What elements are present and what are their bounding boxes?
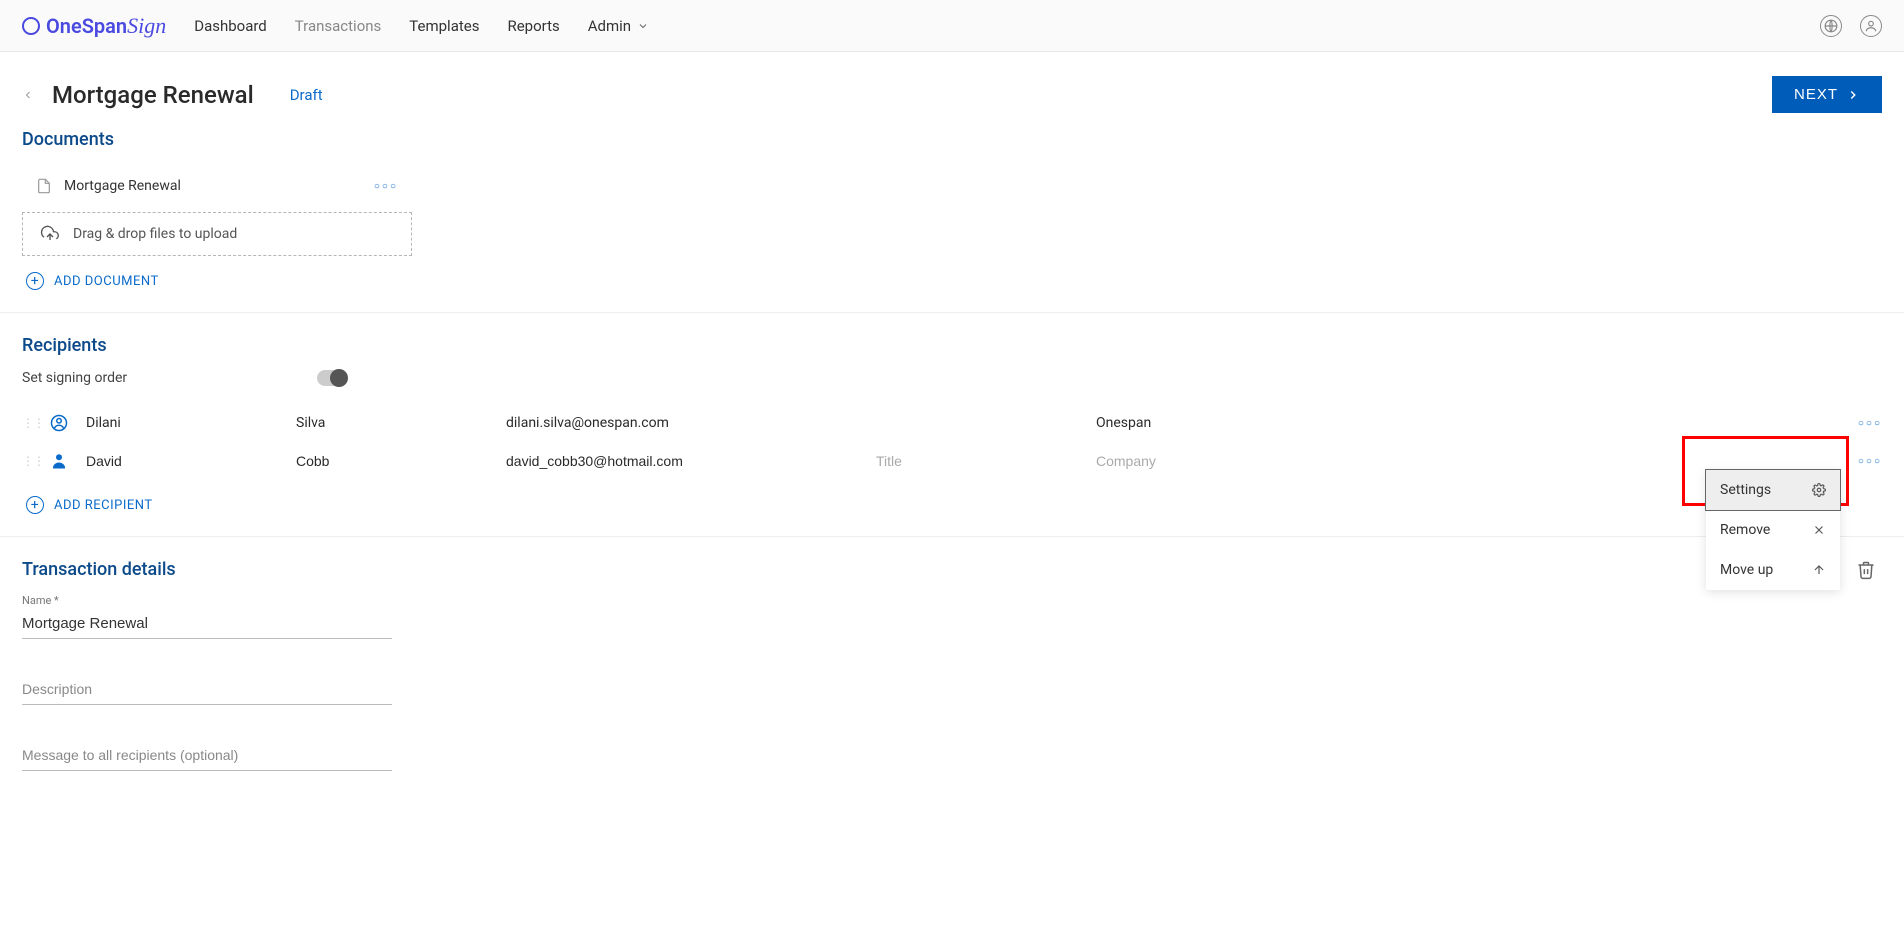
document-more-icon[interactable]: ○○○ bbox=[374, 181, 398, 192]
page-header: Mortgage Renewal Draft NEXT bbox=[0, 52, 1904, 129]
trash-icon bbox=[1856, 559, 1876, 581]
message-field-group bbox=[22, 741, 402, 771]
drag-handle-icon[interactable]: ⋮⋮ bbox=[22, 454, 50, 468]
recipients-section: Recipients Set signing order ⋮⋮ Dilani S… bbox=[0, 335, 1904, 514]
nav-admin-label: Admin bbox=[588, 17, 631, 35]
signing-order-label: Set signing order bbox=[22, 370, 127, 386]
gear-icon bbox=[1812, 483, 1826, 497]
description-field-group bbox=[22, 675, 402, 705]
recipient-row: ⋮⋮ Dilani Silva dilani.silva@onespan.com… bbox=[22, 404, 1882, 442]
next-button-label: NEXT bbox=[1794, 86, 1838, 103]
signing-order-row: Set signing order bbox=[22, 370, 1882, 386]
chevron-right-icon bbox=[1846, 88, 1860, 102]
recipient-first: Dilani bbox=[86, 415, 296, 431]
divider bbox=[0, 312, 1904, 313]
chevron-down-icon bbox=[637, 20, 649, 32]
menu-settings-label: Settings bbox=[1720, 482, 1771, 498]
x-icon bbox=[1812, 523, 1826, 537]
globe-icon[interactable] bbox=[1820, 15, 1842, 37]
recipient-company: Onespan bbox=[1096, 415, 1346, 431]
topbar: OneSpan Sign Dashboard Transactions Temp… bbox=[0, 0, 1904, 52]
dropzone-label: Drag & drop files to upload bbox=[73, 226, 237, 242]
delete-transaction-button[interactable] bbox=[1856, 559, 1876, 581]
divider bbox=[0, 536, 1904, 537]
recipient-email: dilani.silva@onespan.com bbox=[506, 415, 876, 431]
plus-icon: + bbox=[26, 272, 44, 290]
recipients-title: Recipients bbox=[22, 335, 1882, 356]
add-document-button[interactable]: + ADD DOCUMENT bbox=[22, 272, 1882, 290]
transaction-details-section: Transaction details Name * bbox=[0, 559, 1904, 771]
user-icon bbox=[50, 452, 86, 470]
page-title: Mortgage Renewal bbox=[52, 81, 254, 109]
documents-section: Documents Mortgage Renewal ○○○ Drag & dr… bbox=[0, 129, 1904, 290]
add-document-label: ADD DOCUMENT bbox=[54, 274, 159, 289]
menu-moveup-label: Move up bbox=[1720, 562, 1773, 578]
recipients-table: ⋮⋮ Dilani Silva dilani.silva@onespan.com… bbox=[22, 404, 1882, 480]
add-recipient-label: ADD RECIPIENT bbox=[54, 498, 153, 513]
recipient-more-icon[interactable]: ○○○ bbox=[1858, 456, 1882, 467]
upload-dropzone[interactable]: Drag & drop files to upload bbox=[22, 212, 412, 256]
document-row[interactable]: Mortgage Renewal ○○○ bbox=[22, 164, 412, 208]
logo-text: OneSpan bbox=[46, 14, 127, 38]
status-badge: Draft bbox=[290, 86, 323, 104]
back-button[interactable] bbox=[22, 86, 34, 104]
transaction-title: Transaction details bbox=[22, 559, 176, 580]
nav-reports[interactable]: Reports bbox=[507, 17, 559, 35]
cloud-upload-icon bbox=[39, 225, 61, 243]
drag-handle-icon[interactable]: ⋮⋮ bbox=[22, 416, 50, 430]
menu-remove-label: Remove bbox=[1720, 522, 1770, 538]
recipient-context-menu: Settings Remove Move up bbox=[1706, 470, 1840, 590]
description-input[interactable] bbox=[22, 675, 392, 705]
nav-dashboard[interactable]: Dashboard bbox=[194, 17, 267, 35]
recipient-company-input[interactable] bbox=[1096, 453, 1346, 469]
name-label: Name * bbox=[22, 594, 402, 607]
documents-title: Documents bbox=[22, 129, 1882, 150]
next-button[interactable]: NEXT bbox=[1772, 76, 1882, 113]
recipient-title-input[interactable] bbox=[876, 453, 1096, 469]
recipient-row: ⋮⋮ ○○○ Settings Remove bbox=[22, 442, 1882, 480]
menu-settings[interactable]: Settings bbox=[1706, 470, 1840, 510]
logo-suffix: Sign bbox=[127, 13, 166, 39]
name-field-group: Name * bbox=[22, 594, 402, 639]
recipient-last: Silva bbox=[296, 415, 506, 431]
menu-move-up[interactable]: Move up bbox=[1706, 550, 1840, 590]
top-nav: Dashboard Transactions Templates Reports… bbox=[194, 17, 649, 35]
recipient-more-icon[interactable]: ○○○ bbox=[1858, 418, 1882, 429]
name-input[interactable] bbox=[22, 609, 392, 639]
file-icon bbox=[36, 176, 52, 196]
signing-order-toggle[interactable] bbox=[317, 370, 347, 386]
recipient-first-input[interactable] bbox=[86, 453, 296, 469]
topbar-right bbox=[1820, 15, 1882, 37]
nav-templates[interactable]: Templates bbox=[409, 17, 479, 35]
recipient-email-input[interactable] bbox=[506, 453, 876, 469]
recipient-last-input[interactable] bbox=[296, 453, 506, 469]
self-user-icon bbox=[50, 414, 86, 432]
nav-admin[interactable]: Admin bbox=[588, 17, 649, 35]
document-name: Mortgage Renewal bbox=[64, 178, 374, 194]
logo-icon bbox=[22, 17, 40, 35]
message-input[interactable] bbox=[22, 741, 392, 771]
add-recipient-button[interactable]: + ADD RECIPIENT bbox=[22, 496, 1882, 514]
user-menu-icon[interactable] bbox=[1860, 15, 1882, 37]
nav-transactions[interactable]: Transactions bbox=[295, 17, 382, 35]
plus-icon: + bbox=[26, 496, 44, 514]
arrow-up-icon bbox=[1812, 563, 1826, 577]
menu-remove[interactable]: Remove bbox=[1706, 510, 1840, 550]
logo[interactable]: OneSpan Sign bbox=[22, 13, 166, 39]
